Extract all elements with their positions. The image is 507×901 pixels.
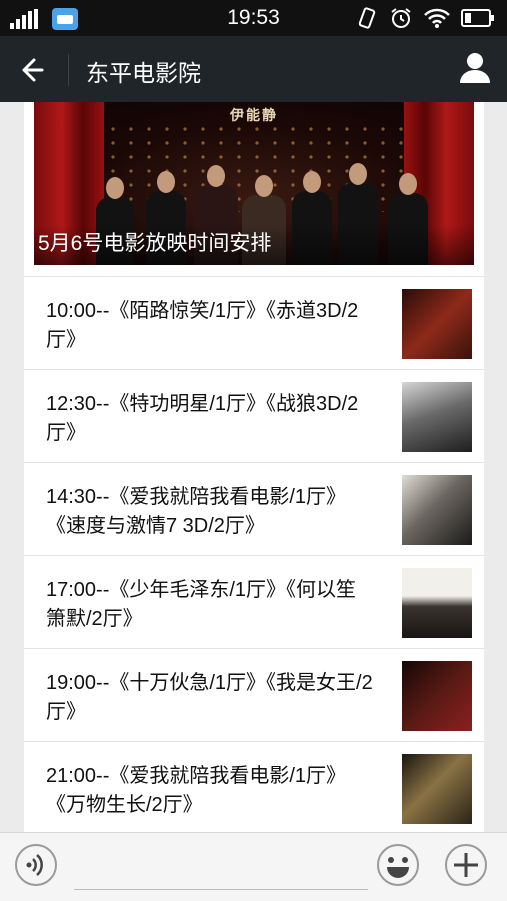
showtime-text: 21:00--《爱我就陪我看电影/1厅》《万物生长/2厅》 — [46, 765, 347, 816]
banner-caption-text: 5月6号电影放映时间安排 — [38, 232, 272, 255]
showtime-item[interactable]: 19:00--《十万伙急/1厅》《我是女王/2厅》 — [24, 648, 484, 741]
article-card: 伊能静 5月6号电影放映时间安排 10:00--《陌路惊笑/1厅》《赤道3D/2… — [24, 102, 484, 832]
showtime-text: 10:00--《陌路惊笑/1厅》《赤道3D/2厅》 — [46, 300, 359, 351]
showtime-item[interactable]: 10:00--《陌路惊笑/1厅》《赤道3D/2厅》 — [24, 276, 484, 369]
page-title: 东平电影院 — [86, 60, 201, 86]
movie-thumbnail — [402, 754, 472, 824]
showtime-text: 14:30--《爱我就陪我看电影/1厅》《速度与激情7 3D/2厅》 — [46, 486, 347, 537]
back-arrow-icon — [12, 58, 52, 94]
emoji-icon — [376, 844, 420, 891]
movie-thumbnail — [402, 475, 472, 545]
movie-thumbnail — [402, 289, 472, 359]
wifi-icon — [423, 7, 451, 34]
back-button[interactable] — [12, 50, 52, 90]
banner-brand: 伊能静 — [230, 107, 278, 123]
showtime-item[interactable]: 12:30--《特功明星/1厅》《战狼3D/2厅》 — [24, 369, 484, 462]
movie-thumbnail — [402, 382, 472, 452]
emoji-button[interactable] — [376, 843, 420, 887]
showtime-item[interactable]: 14:30--《爱我就陪我看电影/1厅》《速度与激情7 3D/2厅》 — [24, 462, 484, 555]
status-right — [355, 6, 495, 35]
profile-button[interactable] — [457, 50, 493, 86]
voice-icon — [14, 844, 58, 891]
voice-button[interactable] — [14, 843, 58, 887]
title-divider — [68, 54, 69, 86]
showtime-item[interactable]: 17:00--《少年毛泽东/1厅》《何以笙箫默/2厅》 — [24, 555, 484, 648]
status-bar: 19:53 — [0, 0, 507, 36]
person-icon — [457, 53, 493, 90]
vibrate-icon — [355, 6, 379, 35]
showtime-text: 17:00--《少年毛泽东/1厅》《何以笙箫默/2厅》 — [46, 579, 357, 630]
input-bar — [0, 832, 507, 901]
showtime-text: 19:00--《十万伙急/1厅》《我是女王/2厅》 — [46, 672, 373, 723]
movie-thumbnail — [402, 568, 472, 638]
title-bar: 东平电影院 — [0, 36, 507, 102]
movie-thumbnail — [402, 661, 472, 731]
showtime-text: 12:30--《特功明星/1厅》《战狼3D/2厅》 — [46, 393, 359, 444]
article-banner[interactable]: 伊能静 5月6号电影放映时间安排 — [34, 102, 474, 265]
showtime-item[interactable]: 21:00--《爱我就陪我看电影/1厅》《万物生长/2厅》 — [24, 741, 484, 832]
banner-caption: 5月6号电影放映时间安排 — [34, 225, 474, 265]
battery-icon — [461, 8, 495, 33]
alarm-icon — [389, 6, 413, 35]
plus-button[interactable] — [444, 843, 488, 887]
plus-icon — [444, 844, 488, 891]
message-input[interactable] — [74, 849, 368, 890]
